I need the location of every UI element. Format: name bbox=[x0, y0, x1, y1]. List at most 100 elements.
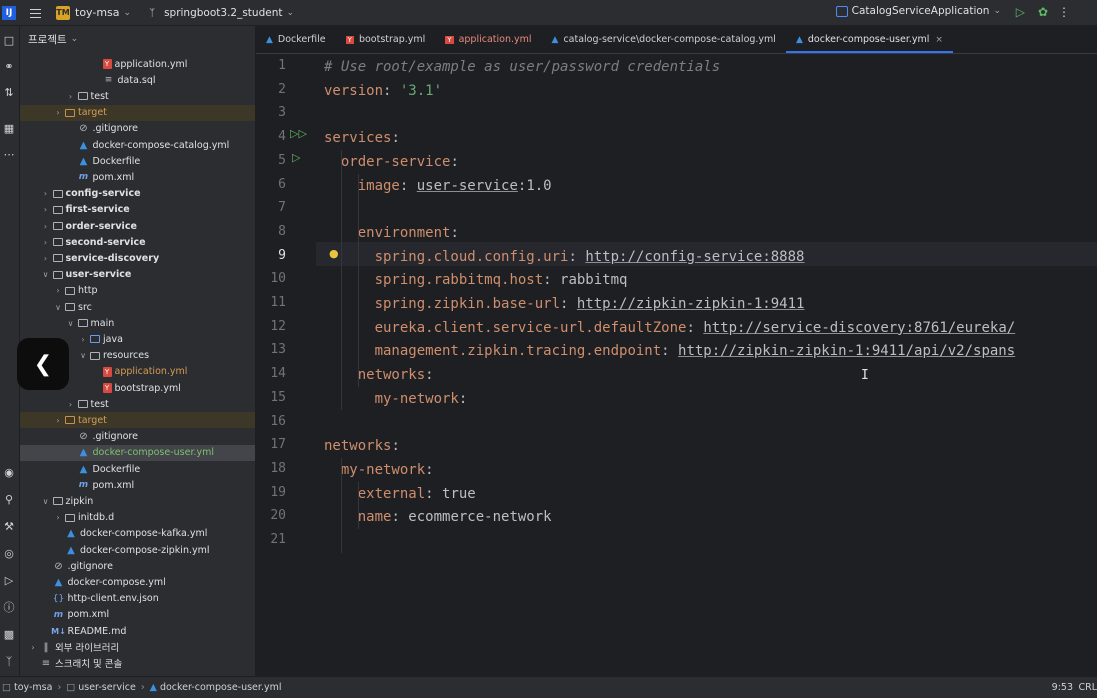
more-tools-icon[interactable]: ⋯ bbox=[1, 146, 17, 162]
search-icon[interactable]: ⚲ bbox=[1, 491, 17, 507]
editor-tab[interactable]: ▲ catalog-service\docker-compose-catalog.… bbox=[542, 26, 786, 53]
back-button[interactable]: ❮ bbox=[17, 338, 69, 390]
terminal-icon[interactable]: ▩ bbox=[1, 626, 17, 642]
tree-row[interactable]: M↓ README.md bbox=[20, 623, 255, 639]
code-line[interactable]: eureka.client.service-url.defaultZone: h… bbox=[375, 316, 1016, 340]
code-editor[interactable]: 1 2 3 4 5 6 7 8 9 10 11 12 13 14 15 16 17 18 19 20 21 ▷▷ ▷ ●… bbox=[256, 55, 1097, 676]
chevron-right-icon[interactable]: › bbox=[41, 222, 51, 231]
editor-tab[interactable]: Ybootstrap.yml bbox=[336, 26, 436, 53]
tree-row[interactable]: › first-service bbox=[20, 202, 255, 218]
tree-row[interactable]: ∨ user-service bbox=[20, 267, 255, 283]
chevron-right-icon[interactable]: › bbox=[41, 238, 51, 247]
tree-row[interactable]: › test bbox=[20, 396, 255, 412]
chevron-right-icon[interactable]: › bbox=[53, 286, 63, 295]
debug-tool-icon[interactable]: ◉ bbox=[1, 464, 17, 480]
editor-tab[interactable]: Yapplication.yml bbox=[435, 26, 541, 53]
run-service-icon[interactable]: ▷ bbox=[292, 151, 300, 164]
tree-row[interactable]: m pom.xml bbox=[20, 169, 255, 185]
code-line[interactable]: services: bbox=[324, 126, 400, 150]
services-icon[interactable]: ◎ bbox=[1, 545, 17, 561]
structure-icon[interactable]: ▦ bbox=[1, 120, 17, 136]
folder-icon[interactable]: □ bbox=[1, 32, 17, 48]
project-panel-header[interactable]: 프로젝트 ⌄ bbox=[20, 26, 255, 52]
chevron-right-icon[interactable]: › bbox=[66, 92, 76, 101]
tree-row[interactable]: ⊘ .gitignore bbox=[20, 429, 255, 445]
code-line[interactable]: spring.zipkin.base-url: http://zipkin-zi… bbox=[375, 292, 805, 316]
run-services-icon[interactable]: ▷▷ bbox=[290, 127, 307, 140]
tree-row[interactable]: › initdb.d bbox=[20, 510, 255, 526]
code-line[interactable]: my-network: bbox=[341, 458, 434, 482]
code-line[interactable]: spring.rabbitmq.host: rabbitmq bbox=[375, 268, 628, 292]
code-line[interactable]: name: ecommerce-network bbox=[358, 505, 552, 529]
chevron-right-icon[interactable]: › bbox=[28, 643, 38, 652]
run-tool-icon[interactable]: ▷ bbox=[1, 572, 17, 588]
code-line[interactable]: external: true bbox=[358, 482, 476, 506]
chevron-right-icon[interactable]: › bbox=[41, 205, 51, 214]
tree-row[interactable]: ▲ docker-compose.yml bbox=[20, 574, 255, 590]
tree-row[interactable]: › http bbox=[20, 283, 255, 299]
tree-row[interactable]: ⊘ .gitignore bbox=[20, 121, 255, 137]
problems-icon[interactable]: ⓘ bbox=[1, 599, 17, 615]
breadcrumb-project[interactable]: toy-msa bbox=[14, 682, 52, 693]
code-line[interactable]: spring.cloud.config.uri: http://config-s… bbox=[375, 245, 805, 269]
close-icon[interactable]: × bbox=[935, 35, 943, 45]
git-icon[interactable]: ᛉ bbox=[1, 653, 17, 669]
chevron-down-icon[interactable]: ∨ bbox=[66, 319, 76, 328]
debug-icon[interactable]: ✿ bbox=[1038, 5, 1048, 19]
breadcrumb-file[interactable]: docker-compose-user.yml bbox=[160, 682, 282, 693]
chevron-right-icon[interactable]: › bbox=[53, 513, 63, 522]
editor-tab[interactable]: ▲ docker-compose-user.yml × bbox=[785, 26, 953, 53]
chevron-right-icon[interactable]: › bbox=[53, 108, 63, 117]
run-config-selector[interactable]: CatalogServiceApplication ⌄ bbox=[835, 5, 1001, 17]
code-line[interactable]: networks: bbox=[324, 434, 400, 458]
hamburger-menu-icon[interactable] bbox=[28, 6, 44, 20]
code-line[interactable]: environment: bbox=[358, 221, 459, 245]
tree-row[interactable]: {} http-client.env.json bbox=[20, 591, 255, 607]
tree-row[interactable]: › config-service bbox=[20, 186, 255, 202]
tree-row[interactable]: ▲ docker-compose-kafka.yml bbox=[20, 526, 255, 542]
code-line[interactable]: my-network: bbox=[375, 387, 468, 411]
tree-row[interactable]: ≡ 스크래치 및 콘솔 bbox=[20, 655, 255, 671]
tree-row[interactable]: ⊘ .gitignore bbox=[20, 558, 255, 574]
line-separator[interactable]: CRL bbox=[1078, 682, 1097, 693]
tree-row[interactable]: › service-discovery bbox=[20, 250, 255, 266]
chevron-down-icon[interactable]: ∨ bbox=[78, 351, 88, 360]
tree-row[interactable]: ▲ docker-compose-catalog.yml bbox=[20, 137, 255, 153]
tree-row[interactable]: ∨ src bbox=[20, 299, 255, 315]
chevron-right-icon[interactable]: › bbox=[41, 189, 51, 198]
tree-row[interactable]: › target bbox=[20, 104, 255, 121]
chevron-down-icon[interactable]: ∨ bbox=[53, 303, 63, 312]
chevron-right-icon[interactable]: › bbox=[53, 416, 63, 425]
more-icon[interactable]: ⋮ bbox=[1058, 5, 1070, 19]
tree-row[interactable]: ▲ docker-compose-zipkin.yml bbox=[20, 542, 255, 558]
build-icon[interactable]: ⚒ bbox=[1, 518, 17, 534]
tree-row[interactable]: m pom.xml bbox=[20, 607, 255, 623]
tree-row[interactable]: › test bbox=[20, 88, 255, 104]
code-line[interactable]: networks: bbox=[358, 363, 434, 387]
run-icon[interactable]: ▷ bbox=[1016, 5, 1025, 19]
chevron-down-icon[interactable]: ∨ bbox=[41, 497, 51, 506]
editor-tab[interactable]: ▲ Dockerfile bbox=[256, 26, 336, 53]
tree-row[interactable]: › second-service bbox=[20, 234, 255, 250]
tree-row[interactable]: ▲ docker-compose-user.yml bbox=[20, 444, 255, 461]
code-line[interactable]: order-service: bbox=[341, 150, 459, 174]
tree-row[interactable]: ▲ Dockerfile bbox=[20, 461, 255, 477]
chevron-right-icon[interactable]: › bbox=[66, 400, 76, 409]
tree-row[interactable]: m pom.xml bbox=[20, 477, 255, 493]
code-line[interactable]: image: user-service:1.0 bbox=[358, 174, 552, 198]
tree-row[interactable]: ≡ data.sql bbox=[20, 72, 255, 88]
tree-row[interactable]: › ‖ 외부 라이브러리 bbox=[20, 639, 255, 655]
chevron-down-icon[interactable]: ∨ bbox=[41, 270, 51, 279]
code-line[interactable]: # Use root/example as user/password cred… bbox=[324, 55, 720, 79]
pull-request-icon[interactable]: ⇅ bbox=[1, 84, 17, 100]
code-line[interactable]: management.zipkin.tracing.endpoint: http… bbox=[375, 339, 1016, 363]
breadcrumb-module[interactable]: user-service bbox=[78, 682, 136, 693]
branch-switcher[interactable]: ᛉ springboot3.2_student ⌄ bbox=[149, 7, 294, 19]
cursor-position[interactable]: 9:53 bbox=[1052, 682, 1073, 693]
commit-icon[interactable]: ⚭ bbox=[1, 58, 17, 74]
project-switcher[interactable]: TM toy-msa ⌄ bbox=[56, 5, 131, 20]
lightbulb-icon[interactable]: ● bbox=[329, 247, 339, 260]
tree-row[interactable]: ∨ zipkin bbox=[20, 493, 255, 509]
tree-row[interactable]: › order-service bbox=[20, 218, 255, 234]
chevron-right-icon[interactable]: › bbox=[41, 254, 51, 263]
